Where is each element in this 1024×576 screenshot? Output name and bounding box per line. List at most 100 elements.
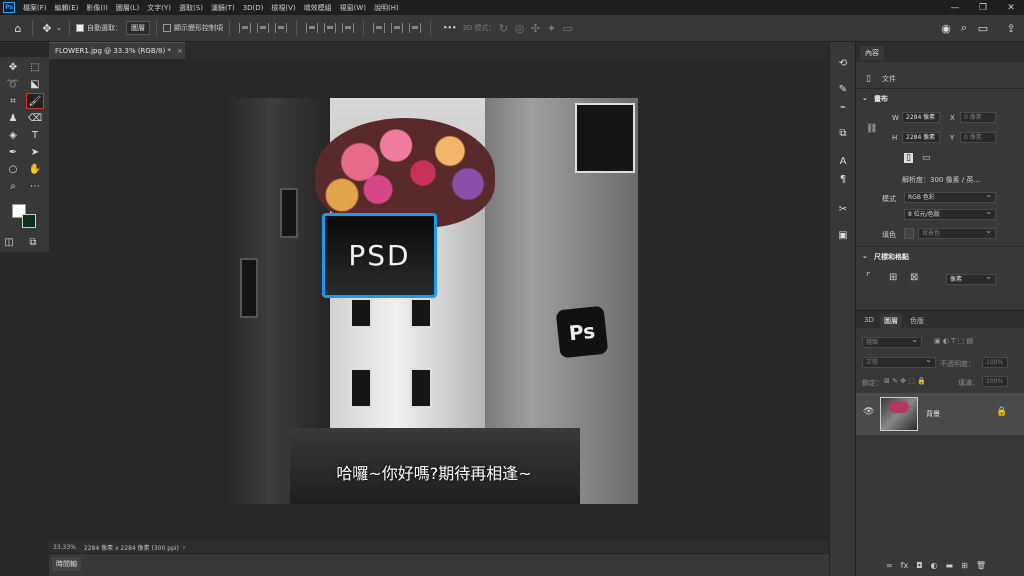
link-layers-icon[interactable]: ∞ bbox=[886, 561, 893, 570]
new-layer-icon[interactable]: ⊞ bbox=[961, 561, 968, 570]
menu-file[interactable]: 檔案(F) bbox=[19, 3, 51, 13]
ruler-icon[interactable]: ⌜ bbox=[866, 272, 871, 283]
3d-slide-icon[interactable]: ✦ bbox=[544, 20, 560, 36]
align-vcenter-icon[interactable] bbox=[324, 23, 336, 33]
menu-type[interactable]: 文字(Y) bbox=[143, 3, 175, 13]
brushes-icon[interactable]: ⌁ bbox=[835, 100, 851, 114]
crop-tool-icon[interactable]: ⌗ bbox=[5, 94, 21, 108]
y-field[interactable]: 0 像素 bbox=[960, 132, 996, 143]
move-tool-icon[interactable]: ✥ bbox=[5, 60, 21, 74]
filter-icons[interactable]: ▣ ◐ T ⬚ ▤ bbox=[934, 337, 973, 345]
guides-icon[interactable]: ⊠ bbox=[910, 272, 918, 283]
properties-icon[interactable]: ▣ bbox=[835, 228, 851, 242]
fill-field[interactable]: 100% bbox=[982, 376, 1008, 387]
blend-mode-dropdown[interactable]: 正常 bbox=[862, 357, 936, 368]
bit-depth-dropdown[interactable]: 8 位元/色版 bbox=[904, 209, 996, 220]
grid-icon[interactable]: ⊞ bbox=[889, 272, 897, 283]
screen-mode-icon[interactable]: ⧉ bbox=[26, 235, 40, 249]
marquee-tool-icon[interactable]: ⬚ bbox=[27, 60, 43, 74]
menu-edit[interactable]: 編輯(E) bbox=[51, 3, 83, 13]
3d-roll-icon[interactable]: ◎ bbox=[512, 20, 528, 36]
quick-mask-icon[interactable]: ◫ bbox=[2, 235, 16, 249]
width-field[interactable]: 2284 像素 bbox=[902, 112, 940, 123]
layer-row-background[interactable]: 👁 背景 🔒 bbox=[856, 393, 1024, 435]
fx-icon[interactable]: fx bbox=[901, 561, 909, 570]
tool-presets-icon[interactable]: ✂ bbox=[835, 202, 851, 216]
tab-properties[interactable]: 內容 bbox=[860, 46, 884, 60]
link-icon[interactable]: ⛓ bbox=[866, 124, 877, 134]
group-icon[interactable]: ▬ bbox=[946, 561, 954, 570]
pen-tool-icon[interactable]: ✒ bbox=[5, 145, 21, 159]
stamp-tool-icon[interactable]: ♟ bbox=[5, 111, 21, 125]
portrait-icon[interactable]: ▯ bbox=[904, 153, 913, 163]
search-icon[interactable]: ⌕ bbox=[956, 20, 972, 36]
3d-orbit-icon[interactable]: ↻ bbox=[496, 20, 512, 36]
object-select-tool-icon[interactable]: ⬕ bbox=[27, 77, 43, 91]
height-field[interactable]: 2284 像素 bbox=[902, 132, 940, 143]
landscape-icon[interactable]: ▭ bbox=[922, 153, 931, 163]
fill-dropdown[interactable]: 背景色 bbox=[918, 228, 996, 239]
menu-image[interactable]: 影像(I) bbox=[82, 3, 112, 13]
opacity-field[interactable]: 100% bbox=[982, 357, 1008, 368]
brush-tool-icon[interactable]: 🖌 bbox=[26, 93, 44, 109]
status-menu-arrow[interactable]: › bbox=[183, 544, 185, 551]
canvas-section-chevron-icon[interactable]: ⌄ bbox=[862, 94, 868, 102]
distribute-icon[interactable] bbox=[409, 23, 421, 33]
layer-name[interactable]: 背景 bbox=[926, 409, 940, 419]
align-bottom-icon[interactable] bbox=[342, 23, 354, 33]
character-icon[interactable]: A bbox=[835, 154, 851, 168]
background-color-swatch[interactable] bbox=[22, 214, 36, 228]
document-canvas[interactable]: PSD Ps 哈囉~你好嗎?期待再相逢~ bbox=[230, 98, 638, 504]
menu-plugins[interactable]: 增效模組 bbox=[300, 3, 336, 13]
align-hcenter-icon[interactable] bbox=[257, 23, 269, 33]
paragraph-icon[interactable]: ¶ bbox=[835, 172, 851, 186]
rulers-section-chevron-icon[interactable]: ⌄ bbox=[862, 252, 868, 260]
auto-select-dropdown[interactable]: 圖層 bbox=[126, 21, 150, 35]
tab-layers[interactable]: 圖層 bbox=[880, 314, 902, 328]
menu-help[interactable]: 說明(H) bbox=[370, 3, 403, 13]
more-options-button[interactable]: ••• bbox=[443, 24, 456, 32]
timeline-tab[interactable]: 時間軸 bbox=[52, 557, 81, 571]
lock-icons[interactable]: ⊠ ✎ ✥ ⬚ 🔒 bbox=[884, 377, 926, 385]
auto-select-checkbox[interactable] bbox=[76, 24, 84, 32]
close-window-button[interactable]: ✕ bbox=[1000, 0, 1022, 15]
distribute-icon[interactable] bbox=[373, 23, 385, 33]
chevron-down-icon[interactable]: ⌄ bbox=[55, 20, 63, 36]
menu-window[interactable]: 視窗(W) bbox=[336, 3, 370, 13]
3d-scale-icon[interactable]: ▭ bbox=[560, 20, 576, 36]
align-right-icon[interactable] bbox=[275, 23, 287, 33]
menu-view[interactable]: 檢視(V) bbox=[267, 3, 299, 13]
distribute-icon[interactable] bbox=[391, 23, 403, 33]
color-mode-dropdown[interactable]: RGB 色彩 bbox=[904, 192, 996, 203]
show-transform-checkbox[interactable] bbox=[163, 24, 171, 32]
minimize-button[interactable]: — bbox=[944, 0, 966, 15]
zoom-level[interactable]: 33.33% bbox=[53, 544, 76, 551]
gradient-tool-icon[interactable]: ◈ bbox=[5, 128, 21, 142]
user-share-icon[interactable]: ◉ bbox=[938, 20, 954, 36]
share-icon[interactable]: ⇪ bbox=[1003, 20, 1019, 36]
workspace-icon[interactable]: ▭ bbox=[975, 20, 991, 36]
eye-icon[interactable]: 👁 bbox=[863, 407, 874, 417]
adjustment-icon[interactable]: ◐ bbox=[931, 561, 938, 570]
menu-select[interactable]: 選取(S) bbox=[175, 3, 207, 13]
more-tools-icon[interactable]: ⋯ bbox=[27, 179, 43, 193]
clone-source-icon[interactable]: ⧉ bbox=[835, 126, 851, 140]
close-tab-button[interactable]: × bbox=[177, 47, 183, 55]
eraser-tool-icon[interactable]: ⌫ bbox=[27, 111, 43, 125]
menu-layer[interactable]: 圖層(L) bbox=[112, 3, 143, 13]
hand-tool-icon[interactable]: ✋ bbox=[27, 162, 43, 176]
3d-pan-icon[interactable]: ✣ bbox=[528, 20, 544, 36]
align-top-icon[interactable] bbox=[306, 23, 318, 33]
home-icon[interactable]: ⌂ bbox=[10, 20, 26, 36]
fill-swatch[interactable] bbox=[904, 228, 914, 239]
align-left-icon[interactable] bbox=[239, 23, 251, 33]
tab-3d[interactable]: 3D bbox=[860, 314, 878, 326]
ellipse-tool-icon[interactable]: ○ bbox=[5, 162, 21, 176]
trash-icon[interactable]: 🗑 bbox=[976, 561, 986, 570]
type-tool-icon[interactable]: T bbox=[27, 128, 43, 142]
ruler-unit-dropdown[interactable]: 像素 bbox=[946, 274, 996, 285]
menu-3d[interactable]: 3D(D) bbox=[239, 4, 268, 12]
path-select-tool-icon[interactable]: ➤ bbox=[27, 145, 43, 159]
tab-channels[interactable]: 色版 bbox=[906, 314, 928, 328]
brush-settings-icon[interactable]: ✎ bbox=[835, 82, 851, 96]
